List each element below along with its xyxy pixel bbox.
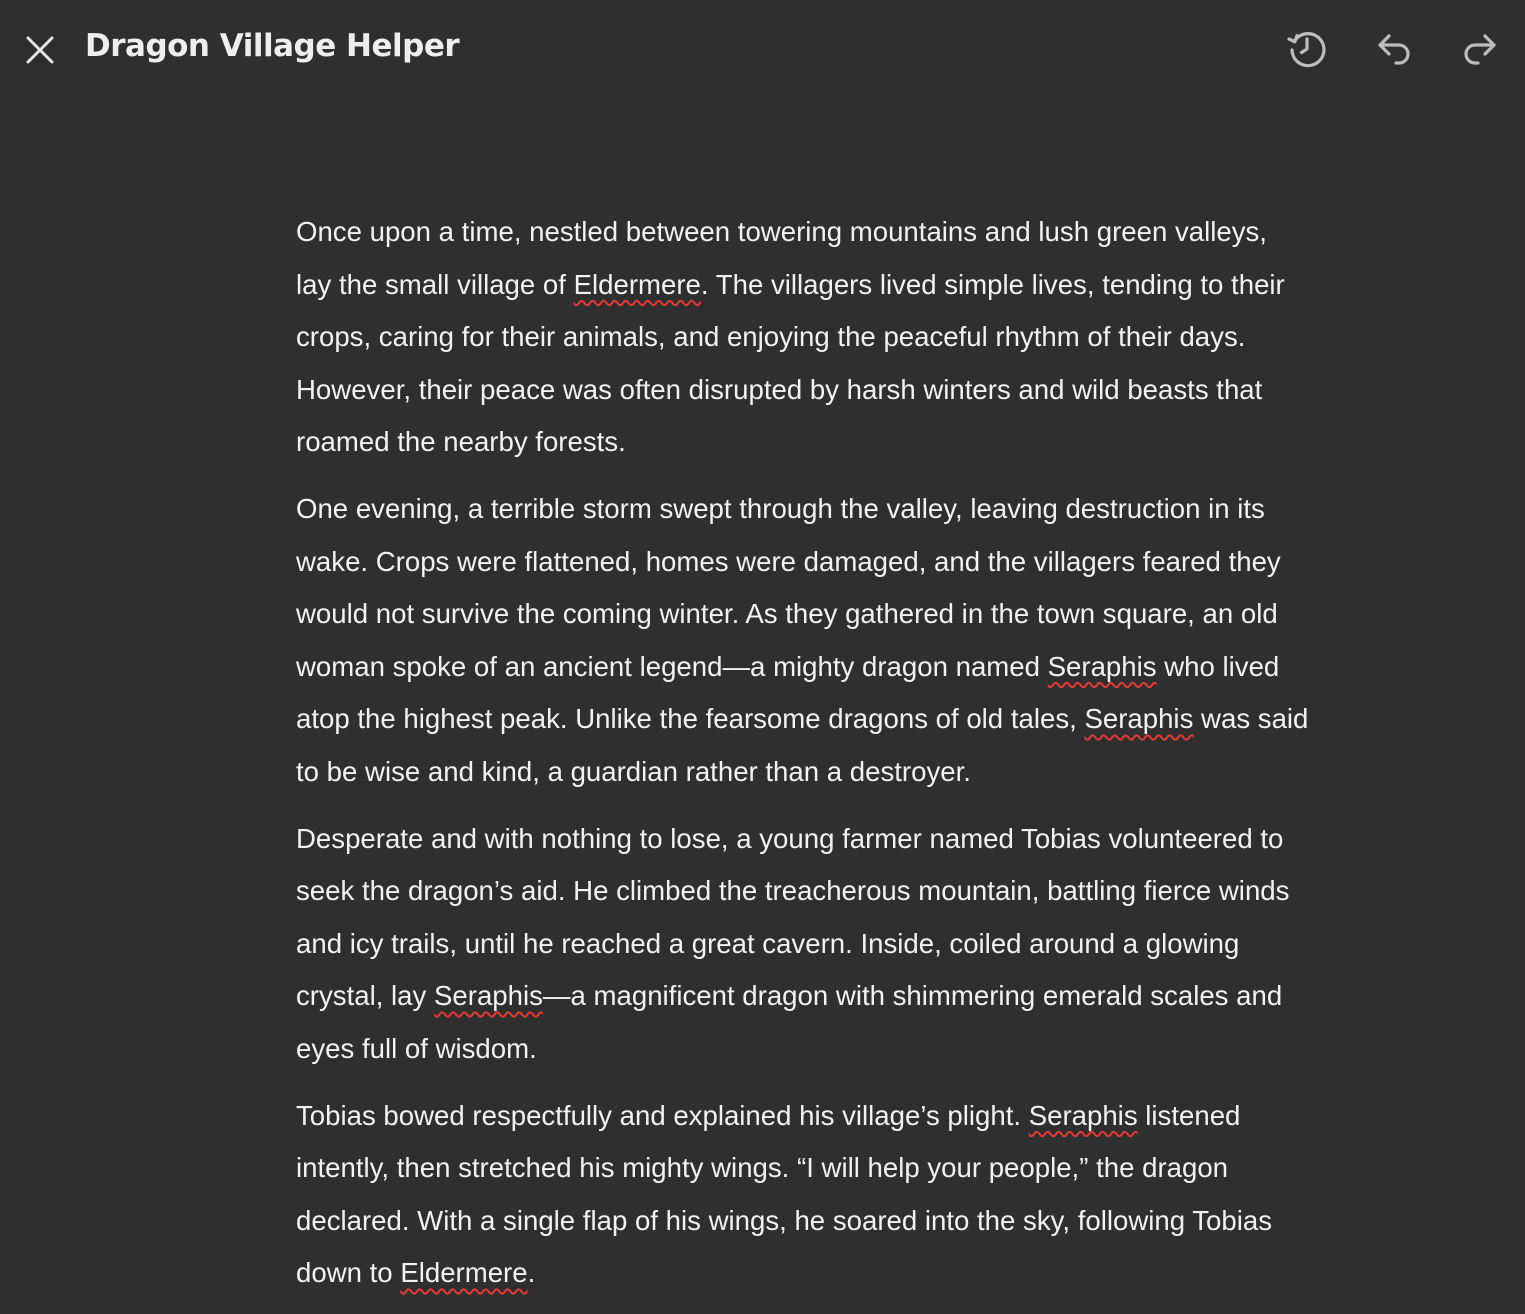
redo-icon [1464, 34, 1496, 65]
text-run: However, their peace was often disrupted… [296, 373, 1263, 405]
document-paragraph[interactable]: Once upon a time, nestled between toweri… [296, 206, 1396, 469]
version-history-button[interactable] [1283, 24, 1331, 72]
text-line: intently, then stretched his mighty wing… [296, 1142, 1396, 1195]
undo-icon [1378, 34, 1410, 65]
text-line: Once upon a time, nestled between toweri… [296, 206, 1396, 259]
text-run: listened [1137, 1099, 1241, 1131]
close-button[interactable] [18, 28, 62, 72]
text-line: wake. Crops were flattened, homes were d… [296, 536, 1396, 589]
text-run: . The villagers lived simple lives, tend… [700, 268, 1285, 300]
text-line: would not survive the coming winter. As … [296, 588, 1396, 641]
redo-button[interactable] [1456, 24, 1504, 72]
text-line: roamed the nearby forests. [296, 416, 1396, 469]
text-run: . [527, 1257, 536, 1288]
text-run: would not survive the coming winter. As … [296, 598, 1278, 629]
text-run: woman spoke of an ancient legend—a might… [296, 650, 1048, 682]
text-line: Desperate and with nothing to lose, a yo… [296, 813, 1396, 866]
document-title: Dragon Village Helper [85, 28, 460, 64]
misspelled-word: Seraphis [434, 980, 543, 1011]
text-run: and icy trails, until he reached a great… [296, 927, 1240, 959]
undo-button[interactable] [1370, 24, 1418, 72]
text-line: to be wise and kind, a guardian rather t… [296, 746, 1396, 799]
document-body[interactable]: Once upon a time, nestled between toweri… [296, 206, 1396, 1314]
text-run: crops, caring for their animals, and enj… [296, 321, 1246, 352]
text-run: lay the small village of [296, 268, 574, 300]
text-run: Desperate and with nothing to lose, a yo… [296, 822, 1284, 854]
text-run: was said [1193, 703, 1309, 734]
text-run: Tobias bowed respectfully and explained … [296, 1099, 1029, 1131]
text-line: seek the dragon’s aid. He climbed the tr… [296, 865, 1396, 918]
text-run: Once upon a time, nestled between toweri… [296, 216, 1267, 247]
text-run: seek the dragon’s aid. He climbed the tr… [296, 875, 1290, 906]
text-run: crystal, lay [296, 980, 434, 1011]
text-line: However, their peace was often disrupted… [296, 364, 1396, 417]
text-run: atop the highest peak. Unlike the fearso… [296, 703, 1085, 734]
text-run: who lived [1156, 650, 1280, 682]
document-paragraph[interactable]: Tobias bowed respectfully and explained … [296, 1090, 1396, 1300]
misspelled-word: Seraphis [1047, 650, 1157, 682]
text-run: eyes full of wisdom. [296, 1032, 537, 1064]
text-run: declared. With a single flap of his wing… [296, 1204, 1273, 1236]
misspelled-word: Eldermere [573, 268, 701, 300]
text-line: crops, caring for their animals, and enj… [296, 311, 1396, 364]
text-line: atop the highest peak. Unlike the fearso… [296, 693, 1396, 746]
history-icon [1287, 32, 1326, 68]
document-paragraph[interactable]: Desperate and with nothing to lose, a yo… [296, 813, 1396, 1076]
misspelled-word: Seraphis [1084, 703, 1194, 734]
text-line: and icy trails, until he reached a great… [296, 918, 1396, 971]
text-line: One evening, a terrible storm swept thro… [296, 483, 1396, 536]
text-line: Tobias bowed respectfully and explained … [296, 1090, 1396, 1143]
document-paragraph[interactable]: One evening, a terrible storm swept thro… [296, 483, 1396, 798]
text-run: down to [296, 1257, 401, 1288]
top-bar: Dragon Village Helper [0, 0, 1525, 100]
text-run: wake. Crops were flattened, homes were d… [296, 545, 1281, 577]
text-run: One evening, a terrible storm swept thro… [296, 493, 1265, 524]
misspelled-word: Eldermere [400, 1257, 528, 1288]
text-line: crystal, lay Seraphis—a magnificent drag… [296, 970, 1396, 1023]
close-icon [26, 36, 54, 64]
text-line: down to Eldermere. [296, 1247, 1396, 1300]
text-line: eyes full of wisdom. [296, 1023, 1396, 1076]
misspelled-word: Seraphis [1028, 1099, 1138, 1131]
text-line: declared. With a single flap of his wing… [296, 1195, 1396, 1248]
text-line: woman spoke of an ancient legend—a might… [296, 641, 1396, 694]
text-run: intently, then stretched his mighty wing… [296, 1152, 1229, 1183]
text-run: —a magnificent dragon with shimmering em… [542, 980, 1283, 1011]
text-run: to be wise and kind, a guardian rather t… [296, 755, 971, 787]
text-line: lay the small village of Eldermere. The … [296, 259, 1396, 312]
text-run: roamed the nearby forests. [296, 426, 626, 457]
